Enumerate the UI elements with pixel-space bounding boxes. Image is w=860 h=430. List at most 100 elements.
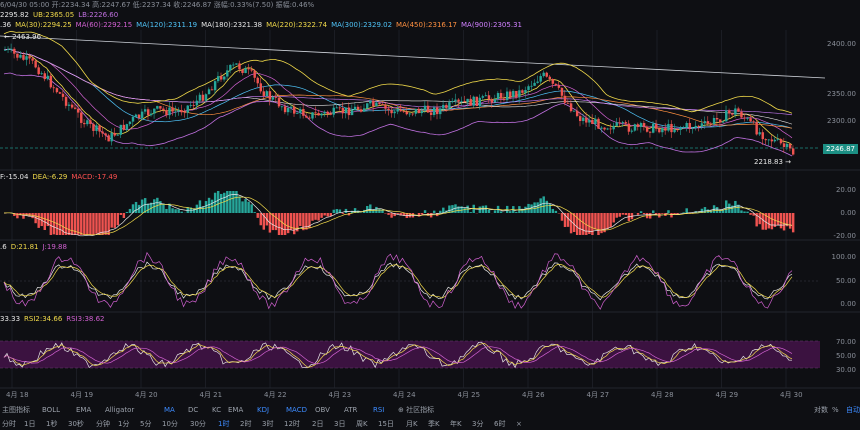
scale-option[interactable]: % [832, 404, 839, 416]
candle [496, 93, 500, 100]
candle [19, 54, 22, 58]
candle [195, 100, 199, 106]
indicator-tab[interactable]: EMA [228, 404, 243, 416]
period-option[interactable]: 6时 [494, 418, 505, 430]
candle [402, 111, 405, 113]
indicator-value: F:-15.04 [0, 173, 29, 181]
indicator-tab[interactable]: RSI [373, 404, 384, 416]
period-option[interactable]: 1分 [118, 418, 129, 430]
candle [414, 108, 418, 114]
candle [140, 111, 144, 119]
period-option[interactable]: 5分 [140, 418, 151, 430]
candle [566, 102, 570, 104]
scale-option[interactable]: 对数 [814, 404, 828, 416]
indicator-tab[interactable]: MA [164, 404, 175, 416]
candle [375, 102, 378, 107]
period-option[interactable]: 30分 [190, 418, 206, 430]
candle [457, 99, 460, 102]
candle [466, 98, 469, 103]
candle [329, 114, 332, 115]
scale-option[interactable]: 自动 [846, 404, 860, 416]
chart-canvas[interactable] [0, 0, 860, 430]
candle [67, 104, 71, 106]
period-option[interactable]: 1秒 [46, 418, 57, 430]
macd-bar [432, 210, 436, 213]
period-option[interactable]: × [516, 418, 522, 430]
macd-bar [207, 197, 211, 213]
period-option[interactable]: 2时 [240, 418, 251, 430]
period-option[interactable]: 10分 [162, 418, 178, 430]
macd-bar [165, 208, 168, 213]
community-indicator-button[interactable]: ⊕ 社区指标 [398, 404, 434, 416]
candle [597, 118, 600, 129]
candle [712, 118, 716, 125]
macd-bar [49, 213, 53, 235]
candle [92, 123, 95, 131]
period-option[interactable]: 季K [428, 418, 440, 430]
period-option[interactable]: 1时 [218, 418, 229, 430]
rsi-band [0, 341, 820, 368]
macd-bar [293, 213, 296, 235]
candle [396, 109, 399, 112]
candle [509, 91, 512, 98]
period-option[interactable]: 分时 [2, 418, 16, 430]
candle [250, 69, 253, 71]
y-tick: 2350.00 [827, 90, 856, 98]
candle [286, 107, 290, 113]
macd-bar [299, 213, 302, 227]
x-tick: 4月 28 [651, 391, 674, 399]
macd-bar [725, 200, 728, 213]
indicator-tab[interactable]: KDJ [257, 404, 269, 416]
period-option[interactable]: 30秒 [68, 418, 84, 430]
indicator-tab[interactable]: KC [212, 404, 221, 416]
candle [612, 125, 615, 130]
period-option[interactable]: 2日 [312, 418, 323, 430]
indicator-tab[interactable]: MACD [286, 404, 307, 416]
candle [180, 110, 183, 113]
indicator-tab[interactable]: BOLL [42, 404, 60, 416]
macd-bar [740, 210, 743, 213]
candle [740, 111, 743, 118]
macd-bar [256, 213, 259, 218]
indicator-tab[interactable]: EMA [76, 404, 91, 416]
period-option[interactable]: 3日 [334, 418, 345, 430]
candle [664, 128, 667, 131]
period-option[interactable]: 分钟 [96, 418, 110, 430]
period-option[interactable]: 年K [450, 418, 462, 430]
candle [560, 87, 564, 96]
macd-bar [95, 213, 98, 234]
candle [615, 122, 618, 126]
candle [399, 109, 402, 112]
candle [378, 102, 381, 105]
macd-bar [776, 213, 780, 226]
candle [268, 91, 272, 100]
candle [31, 58, 34, 61]
indicator-tab[interactable]: DC [188, 404, 198, 416]
candle [98, 125, 101, 132]
macd-bar [478, 206, 482, 213]
period-option[interactable]: 12时 [284, 418, 300, 430]
candle [725, 110, 728, 122]
period-option[interactable]: 15日 [378, 418, 394, 430]
indicator-tab[interactable]: Alligator [105, 404, 134, 416]
indicator-tab[interactable]: ATR [344, 404, 357, 416]
indicator-tab[interactable]: 主图指标 [2, 404, 30, 416]
macd-bar [560, 213, 564, 221]
indicator-tab[interactable]: OBV [315, 404, 330, 416]
candle [785, 143, 789, 147]
candle [73, 107, 77, 109]
period-option[interactable]: 1日 [24, 418, 35, 430]
macd-bar [101, 213, 104, 235]
period-option[interactable]: 周K [356, 418, 368, 430]
period-option[interactable]: 3时 [262, 418, 273, 430]
candle [52, 87, 56, 89]
y-tick: 70.00 [835, 338, 856, 346]
candle [359, 109, 363, 112]
period-option[interactable]: 月K [406, 418, 418, 430]
macd-bar [311, 213, 314, 221]
candle [70, 104, 74, 108]
period-option[interactable]: 3分 [472, 418, 483, 430]
candle [645, 126, 649, 132]
macd-bar [22, 213, 25, 219]
candle [764, 139, 768, 141]
